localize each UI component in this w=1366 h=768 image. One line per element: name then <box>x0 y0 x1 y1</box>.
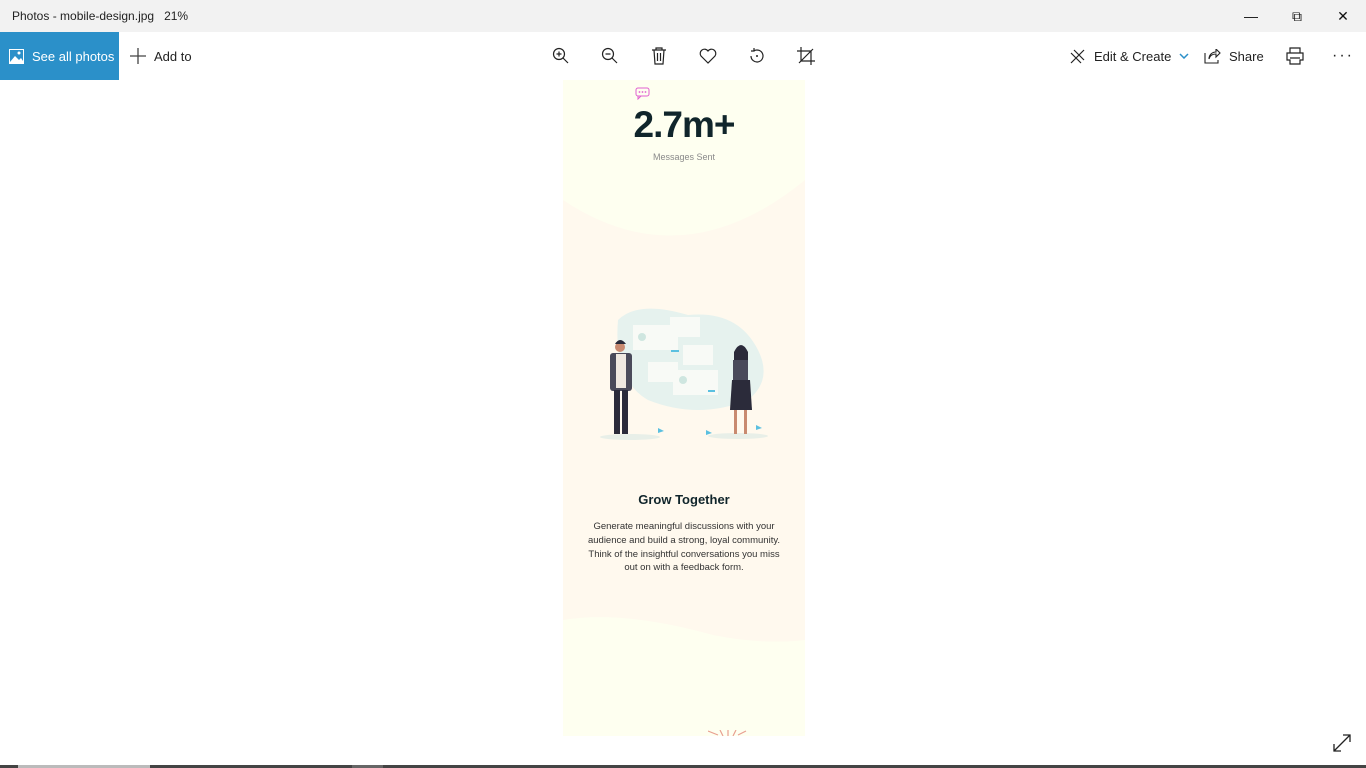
edit-create-label: Edit & Create <box>1094 48 1172 64</box>
section-body: Generate meaningful discussions with you… <box>587 521 781 574</box>
favorite-heart-icon[interactable] <box>696 44 720 68</box>
chevron-down-icon <box>1179 53 1189 59</box>
share-label: Share <box>1229 48 1264 64</box>
delete-icon[interactable] <box>647 44 671 68</box>
edit-create-button[interactable]: Edit & Create <box>1069 32 1189 80</box>
zoom-in-icon[interactable] <box>549 44 573 68</box>
zoom-level: 21% <box>164 9 189 23</box>
section-heading: Grow Together <box>638 492 730 507</box>
decorative-sunburst <box>708 730 747 736</box>
add-to-button[interactable]: Add to <box>130 32 192 80</box>
chat-bubble-icon <box>635 87 650 100</box>
see-all-photos-button[interactable]: See all photos <box>0 32 119 80</box>
stat-value: 2.7m+ <box>633 104 736 145</box>
window-title: Photos - mobile-design.jpg 21% <box>12 9 188 23</box>
title-bar: Photos - mobile-design.jpg 21% — ⧉ ✕ <box>0 0 1366 32</box>
print-icon[interactable] <box>1283 44 1307 68</box>
rotate-icon[interactable] <box>745 44 769 68</box>
fullscreen-expand-icon[interactable] <box>1332 733 1352 753</box>
plus-icon <box>130 48 146 64</box>
photo-view: 2.7m+ Messages Sent Grow Together Genera… <box>563 80 805 736</box>
toolbar: See all photos Add to Edit & Create Shar… <box>0 32 1366 80</box>
minimize-button[interactable]: — <box>1228 0 1274 32</box>
stat-label: Messages Sent <box>652 152 716 162</box>
more-options-icon[interactable]: ··· <box>1331 44 1355 68</box>
share-icon <box>1204 48 1221 64</box>
share-button[interactable]: Share <box>1204 32 1264 80</box>
see-all-label: See all photos <box>32 48 115 64</box>
crop-icon[interactable] <box>794 44 818 68</box>
illustration-people-chatting <box>600 308 768 440</box>
zoom-out-icon[interactable] <box>598 44 622 68</box>
close-button[interactable]: ✕ <box>1320 0 1366 32</box>
window-title-text: Photos - mobile-design.jpg <box>12 9 155 23</box>
add-to-label: Add to <box>154 48 192 64</box>
edit-create-icon <box>1070 49 1085 63</box>
restore-button[interactable]: ⧉ <box>1274 0 1320 32</box>
photo-icon <box>9 48 24 64</box>
